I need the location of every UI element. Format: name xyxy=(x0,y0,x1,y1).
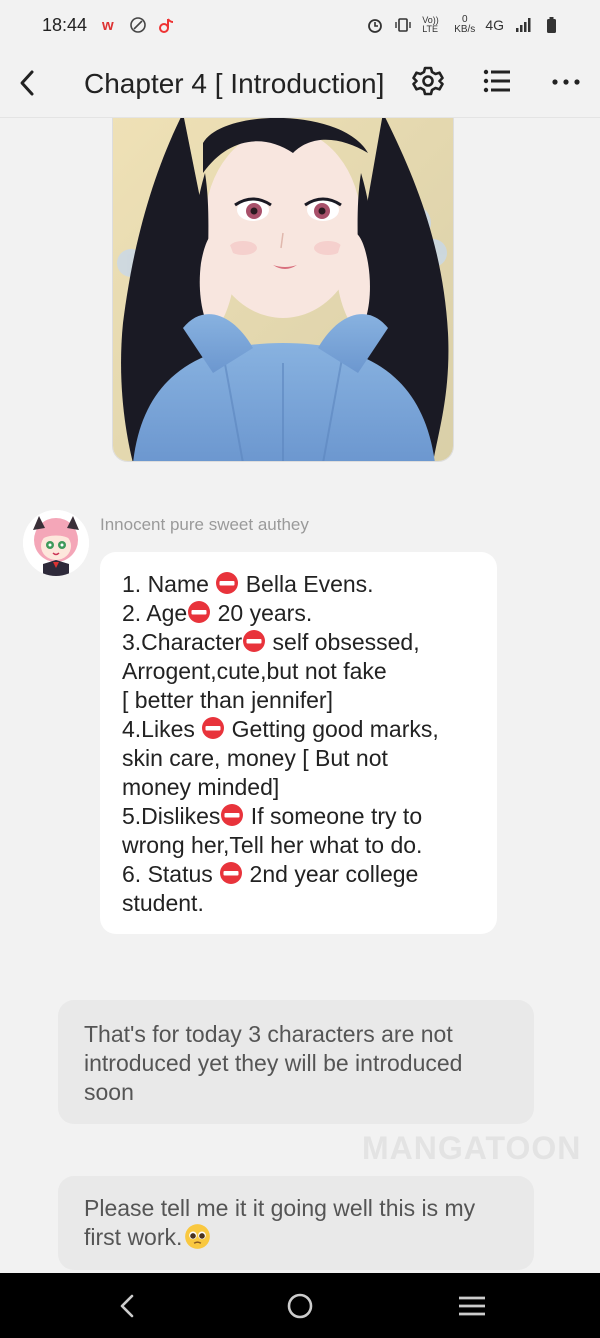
nav-back-icon[interactable] xyxy=(112,1291,144,1321)
intro-line-text: 5.Dislikes xyxy=(122,803,221,829)
alarm-icon xyxy=(368,19,383,33)
more-button[interactable] xyxy=(550,68,582,96)
intro-line-text: skin care, money [ But not xyxy=(122,745,388,771)
intro-line: Arrogent,cute,but not fake xyxy=(122,657,475,686)
svg-text:w: w xyxy=(101,17,114,34)
page-title: Chapter 4 [ Introduction] xyxy=(84,68,385,99)
avatar-image xyxy=(23,510,89,576)
vibrate-icon xyxy=(395,18,411,32)
volte-label: Vo)) LTE xyxy=(422,15,439,34)
intro-line: 4.Likes Getting good marks, xyxy=(122,715,475,744)
intro-line-text: money minded] xyxy=(122,774,280,800)
message-line: Please tell me it it going well this is … xyxy=(84,1195,476,1221)
intro-line-text: Arrogent,cute,but not fake xyxy=(122,658,387,684)
intro-line: wrong her,Tell her what to do. xyxy=(122,831,475,860)
status-bar: 18:44 w Vo)) LTE 0 KB/s 4G xyxy=(0,0,600,50)
back-button[interactable] xyxy=(14,66,40,100)
network-type: 4G xyxy=(485,17,504,33)
message-bubble-2: Please tell me it it going well this is … xyxy=(58,1176,534,1270)
speed-unit: KB/s xyxy=(454,24,476,35)
intro-line: 1. Name Bella Evens. xyxy=(122,570,475,599)
intro-line-text: If someone try to xyxy=(244,803,423,829)
intro-line-text: [ better than jennifer] xyxy=(122,687,333,713)
no-entry-emoji-icon xyxy=(202,717,225,739)
intro-line-text: self obsessed, xyxy=(266,629,420,655)
gear-icon xyxy=(412,66,444,96)
status-left-icons: w xyxy=(101,16,175,34)
author-avatar[interactable] xyxy=(23,510,89,576)
no-entry-emoji-icon xyxy=(221,804,244,826)
status-right: Vo)) LTE 0 KB/s 4G xyxy=(366,15,560,35)
back-arrow-icon xyxy=(20,70,34,96)
no-entry-emoji-icon xyxy=(220,862,243,884)
character-image xyxy=(113,118,453,461)
intro-line: skin care, money [ But not xyxy=(122,744,475,773)
intro-line: [ better than jennifer] xyxy=(122,686,475,715)
intro-line: student. xyxy=(122,889,475,918)
intro-line: 3.Character self obsessed, xyxy=(122,628,475,657)
intro-line-text: 2nd year college xyxy=(243,861,419,887)
message-line: That's for today 3 characters are not xyxy=(84,1021,453,1047)
nav-menu-icon[interactable] xyxy=(456,1291,488,1321)
nav-home-icon[interactable] xyxy=(284,1291,316,1321)
no-entry-emoji-icon xyxy=(188,601,211,623)
character-illustration xyxy=(112,118,454,462)
pleading-face-icon xyxy=(185,1224,211,1249)
intro-line: 6. Status 2nd year college xyxy=(122,860,475,889)
intro-line-text: 1. Name xyxy=(122,571,216,597)
intro-line: 5.Dislikes If someone try to xyxy=(122,802,475,831)
intro-line-text: Getting good marks, xyxy=(225,716,439,742)
no-entry-emoji-icon xyxy=(243,630,266,652)
intro-message-bubble: 1. Name Bella Evens. 2. Age 20 years. 3.Ch… xyxy=(100,552,497,934)
intro-line-text: student. xyxy=(122,890,204,916)
list-icon xyxy=(483,69,510,93)
vpn-shield-icon xyxy=(130,17,146,33)
intro-line-text: 2. Age xyxy=(122,600,188,626)
intro-line: 2. Age 20 years. xyxy=(122,599,475,628)
message-line: introduced yet they will be introduced xyxy=(84,1050,463,1076)
intro-line-text: 6. Status xyxy=(122,861,220,887)
author-name[interactable]: Innocent pure sweet authey xyxy=(100,515,309,535)
battery-icon xyxy=(547,17,556,33)
intro-line-text: wrong her,Tell her what to do. xyxy=(122,832,423,858)
message-line: soon xyxy=(84,1079,134,1105)
settings-button[interactable] xyxy=(412,65,444,97)
intro-line-text: Bella Evens. xyxy=(239,571,374,597)
no-entry-emoji-icon xyxy=(216,572,239,594)
message-text: first work. xyxy=(84,1224,183,1250)
message-bubble-1: That's for today 3 characters are not in… xyxy=(58,1000,534,1124)
watermark: MANGATOON xyxy=(362,1130,582,1166)
chapter-list-button[interactable] xyxy=(483,67,511,95)
chapter-content: Innocent pure sweet authey 1. Name Bella… xyxy=(0,118,600,1273)
message-line: first work. xyxy=(84,1223,508,1252)
network-speed: 0 KB/s xyxy=(454,15,475,35)
intro-line-text: 20 years. xyxy=(211,600,313,626)
system-nav-bar xyxy=(0,1273,600,1338)
intro-line-text: 4.Likes xyxy=(122,716,202,742)
intro-line: money minded] xyxy=(122,773,475,802)
intro-line-text: 3.Character xyxy=(122,629,243,655)
app-w-icon: w xyxy=(101,17,114,34)
signal-icon xyxy=(516,18,531,32)
status-time: 18:44 xyxy=(42,14,88,35)
tiktok-icon xyxy=(159,18,174,33)
chapter-header: Chapter 4 [ Introduction] xyxy=(0,50,600,118)
more-dots-icon xyxy=(552,79,580,85)
